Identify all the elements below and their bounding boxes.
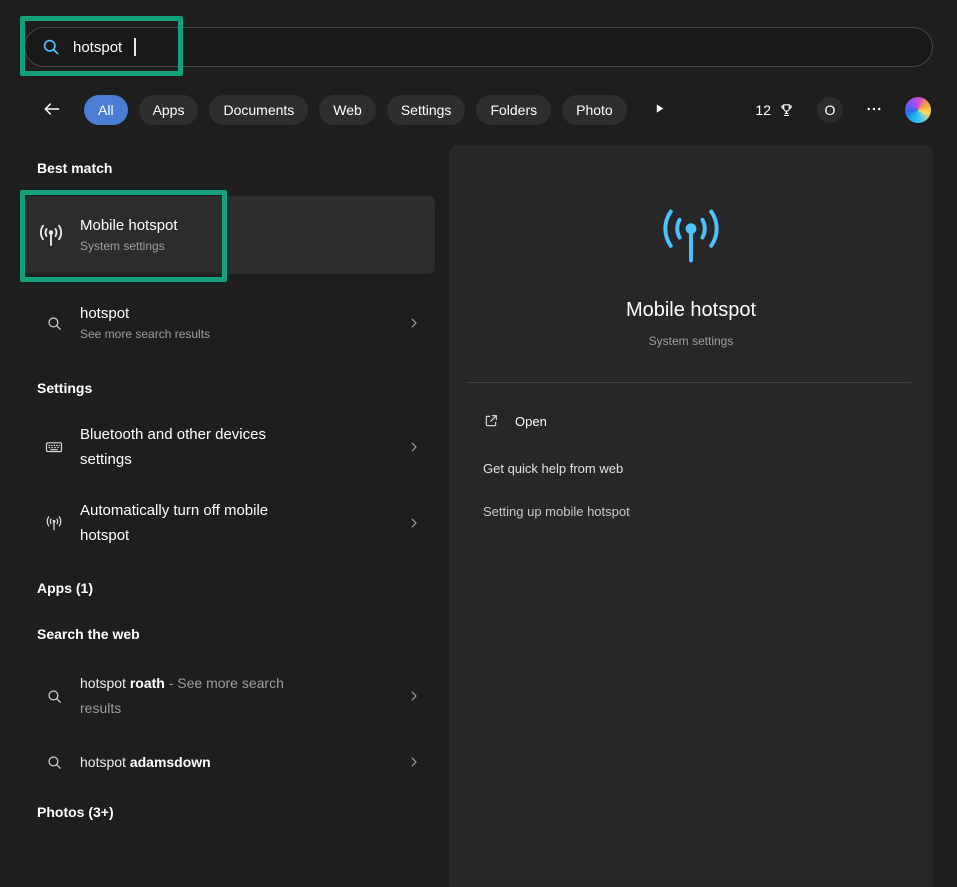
best-match-text: Mobile hotspot System settings xyxy=(80,217,178,253)
web-text-normal: hotspot xyxy=(80,754,130,770)
ellipsis-icon xyxy=(865,100,883,118)
taskbar-right-cluster: 12 O xyxy=(755,97,933,123)
mobile-hotspot-large-icon xyxy=(449,145,933,273)
copilot-icon[interactable] xyxy=(905,97,931,123)
search-bar[interactable]: hotspot xyxy=(24,27,933,67)
search-icon xyxy=(41,37,61,57)
preview-actions: Open Get quick help from web Setting up … xyxy=(449,383,933,519)
devices-keyboard-icon xyxy=(44,437,64,457)
open-label: Open xyxy=(515,414,547,429)
back-arrow-icon xyxy=(42,99,62,119)
help-link-quick-help[interactable]: Get quick help from web xyxy=(483,461,899,476)
rewards-badge[interactable]: 12 xyxy=(755,102,795,119)
mobile-hotspot-icon xyxy=(44,513,64,533)
filter-bar: All Apps Documents Web Settings Folders … xyxy=(24,91,933,129)
result-label: Bluetooth and other devices settings xyxy=(80,422,316,472)
chevron-right-icon xyxy=(407,440,421,454)
chevron-right-icon xyxy=(407,689,421,703)
result-title: Mobile hotspot xyxy=(80,217,178,234)
play-icon xyxy=(653,102,666,115)
external-link-icon xyxy=(483,413,499,429)
result-subtitle: See more search results xyxy=(80,327,210,341)
result-title: hotspot xyxy=(80,305,210,322)
section-heading-settings: Settings xyxy=(24,380,435,396)
chevron-right-icon xyxy=(407,516,421,530)
search-results-panel: Best match Mobile hotspot System setting… xyxy=(24,145,435,820)
user-avatar[interactable]: O xyxy=(817,97,843,123)
filter-tab-folders[interactable]: Folders xyxy=(476,95,551,125)
more-options-button[interactable] xyxy=(865,100,883,121)
web-result-text: hotspot roath - See more search results xyxy=(80,671,324,721)
help-link-setting-up[interactable]: Setting up mobile hotspot xyxy=(483,504,899,519)
filter-tab-apps[interactable]: Apps xyxy=(139,95,199,125)
open-action[interactable]: Open xyxy=(483,413,899,429)
mobile-hotspot-icon xyxy=(36,220,66,250)
section-heading-search-web: Search the web xyxy=(24,626,435,642)
more-filters-button[interactable] xyxy=(653,102,666,118)
chevron-right-icon xyxy=(407,316,421,330)
search-suggestion-result[interactable]: hotspot See more search results xyxy=(24,292,435,354)
web-result-text: hotspot adamsdown xyxy=(80,750,211,775)
filter-tabs: All Apps Documents Web Settings Folders … xyxy=(84,95,627,125)
preview-subtitle: System settings xyxy=(449,334,933,348)
preview-panel: Mobile hotspot System settings Open Get … xyxy=(449,145,933,887)
web-result-adamsdown[interactable]: hotspot adamsdown xyxy=(24,742,435,782)
rewards-trophy-icon xyxy=(778,102,795,119)
filter-tab-all[interactable]: All xyxy=(84,95,128,125)
search-input[interactable]: hotspot xyxy=(73,39,122,56)
web-text-bold: adamsdown xyxy=(130,754,211,770)
windows-search-flyout: hotspot All Apps Documents Web Settings … xyxy=(0,0,957,887)
section-heading-apps: Apps (1) xyxy=(24,580,435,596)
rewards-count: 12 xyxy=(755,102,771,118)
text-caret xyxy=(134,38,136,56)
web-result-roath[interactable]: hotspot roath - See more search results xyxy=(24,664,435,728)
result-subtitle: System settings xyxy=(80,239,178,253)
chevron-right-icon xyxy=(407,755,421,769)
magnifier-icon xyxy=(46,315,63,332)
suggestion-text: hotspot See more search results xyxy=(80,305,210,341)
web-text-normal: hotspot xyxy=(80,675,130,691)
back-button[interactable] xyxy=(24,99,62,122)
filter-tab-documents[interactable]: Documents xyxy=(209,95,308,125)
section-heading-best-match: Best match xyxy=(24,145,435,176)
preview-title: Mobile hotspot xyxy=(449,299,933,322)
best-match-result[interactable]: Mobile hotspot System settings xyxy=(24,196,435,274)
web-text-bold: roath xyxy=(130,675,165,691)
section-heading-photos: Photos (3+) xyxy=(24,804,435,820)
magnifier-icon xyxy=(46,754,63,771)
settings-result-auto-hotspot[interactable]: Automatically turn off mobile hotspot xyxy=(24,494,435,552)
filter-tab-photos[interactable]: Photo xyxy=(562,95,627,125)
magnifier-icon xyxy=(46,688,63,705)
filter-tab-settings[interactable]: Settings xyxy=(387,95,466,125)
result-label: Automatically turn off mobile hotspot xyxy=(80,498,316,548)
settings-result-bluetooth[interactable]: Bluetooth and other devices settings xyxy=(24,418,435,476)
filter-tab-web[interactable]: Web xyxy=(319,95,376,125)
